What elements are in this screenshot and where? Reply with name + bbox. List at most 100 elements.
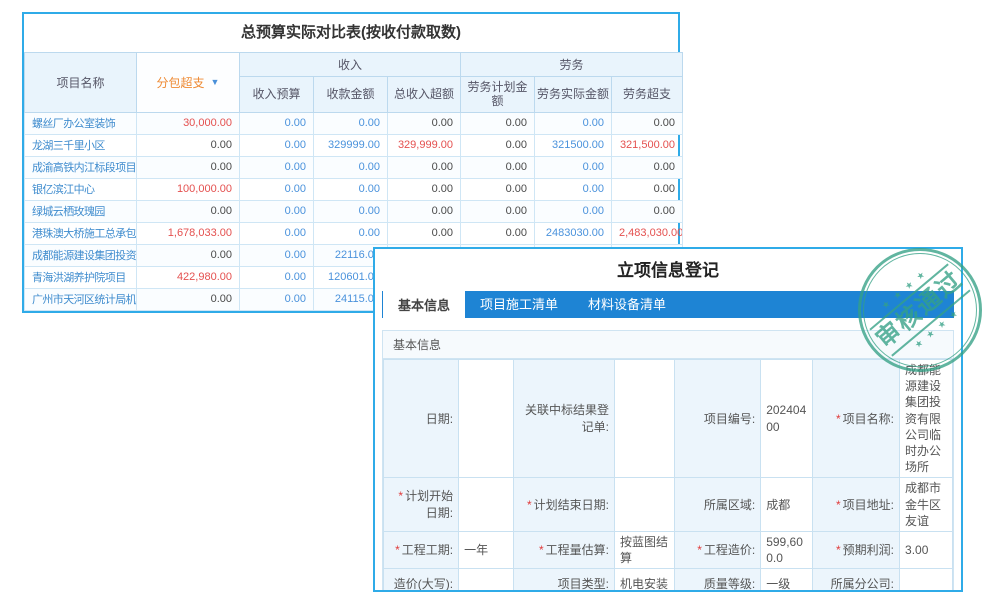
amount-cell: 0.00 [535, 178, 612, 200]
amount-cell: 0.00 [240, 288, 314, 310]
field-label: *工程量估算: [513, 531, 614, 568]
amount-cell: 321,500.00 [612, 134, 683, 156]
amount-cell: 0.00 [535, 112, 612, 134]
registration-tabbar: 基本信息项目施工清单材料设备清单 [382, 291, 954, 318]
project-name-link[interactable]: 绿城云栖玫瑰园 [25, 200, 137, 222]
field-value[interactable]: 成都能源建设集团投资有限公司临时办公场所 [900, 360, 953, 478]
field-label: *项目名称: [812, 360, 899, 478]
amount-cell: 0.00 [240, 178, 314, 200]
table-row: 成渝高铁内江标段项目0.000.000.000.000.000.000.00 [25, 156, 683, 178]
column-header-income-excess: 总收入超额 [388, 77, 461, 113]
field-value[interactable]: 599,600.0 [761, 531, 813, 568]
budget-table-title: 总预算实际对比表(按收付款取数) [24, 14, 678, 52]
field-value[interactable] [459, 478, 514, 532]
project-name-link[interactable]: 广州市天河区统计局机房改造 [25, 288, 137, 310]
required-asterisk: * [836, 498, 841, 512]
amount-cell: 0.00 [612, 200, 683, 222]
amount-cell: 0.00 [314, 222, 388, 244]
required-asterisk: * [539, 543, 544, 557]
table-row: 港珠澳大桥施工总承包项目1,678,033.000.000.000.000.00… [25, 222, 683, 244]
table-row: 螺丝厂办公室装饰30,000.000.000.000.000.000.000.0… [25, 112, 683, 134]
field-value[interactable] [459, 360, 514, 478]
column-header-project-name: 项目名称 [25, 53, 137, 113]
field-value[interactable]: 按蓝图结算 [614, 531, 674, 568]
field-value[interactable]: 机电安装 [614, 569, 674, 592]
amount-cell: 0.00 [388, 200, 461, 222]
project-name-link[interactable]: 成都能源建设集团投资有限公司 [25, 244, 137, 266]
field-value[interactable]: 20240400 [761, 360, 813, 478]
column-header-collected-amount: 收款金额 [314, 77, 388, 113]
required-asterisk: * [836, 543, 841, 557]
amount-cell: 0.00 [461, 178, 535, 200]
field-value[interactable] [900, 569, 953, 592]
basic-info-section: 基本信息 日期:关联中标结果登记单:项目编号:20240400*项目名称:成都能… [382, 330, 954, 592]
amount-cell: 0.00 [240, 156, 314, 178]
field-value[interactable]: 一级 [761, 569, 813, 592]
project-name-link[interactable]: 龙湖三千里小区 [25, 134, 137, 156]
field-value[interactable]: 成都市金牛区友谊 [900, 478, 953, 532]
form-row: *计划开始日期:*计划结束日期:所属区域:成都*项目地址:成都市金牛区友谊 [384, 478, 953, 532]
amount-cell: 0.00 [388, 112, 461, 134]
field-label: 关联中标结果登记单: [513, 360, 614, 478]
amount-cell: 0.00 [461, 200, 535, 222]
column-group-income: 收入 [240, 53, 461, 77]
field-label: 造价(大写): [384, 569, 459, 592]
project-name-link[interactable]: 青海洪湖养护院项目 [25, 266, 137, 288]
amount-cell: 0.00 [240, 266, 314, 288]
amount-cell: 321500.00 [535, 134, 612, 156]
project-name-link[interactable]: 银亿滨江中心 [25, 178, 137, 200]
amount-cell: 0.00 [612, 156, 683, 178]
amount-cell: 0.00 [314, 156, 388, 178]
required-asterisk: * [527, 498, 532, 512]
amount-cell: 0.00 [240, 244, 314, 266]
field-value[interactable] [614, 360, 674, 478]
amount-cell: 0.00 [388, 178, 461, 200]
amount-cell: 0.00 [240, 200, 314, 222]
field-label: 项目编号: [675, 360, 761, 478]
amount-cell: 0.00 [535, 156, 612, 178]
amount-cell: 0.00 [314, 178, 388, 200]
sort-descending-icon[interactable]: ▼ [211, 77, 220, 87]
column-header-income-budget: 收入预算 [240, 77, 314, 113]
column-group-labor: 劳务 [461, 53, 683, 77]
tab-basic-info[interactable]: 基本信息 [383, 291, 465, 322]
field-label: *预期利润: [812, 531, 899, 568]
project-name-link[interactable]: 港珠澳大桥施工总承包项目 [25, 222, 137, 244]
field-value[interactable]: 3.00 [900, 531, 953, 568]
column-header-subcontract-overspend[interactable]: 分包超支 ▼ [137, 53, 240, 113]
field-label: *计划开始日期: [384, 478, 459, 532]
subcontract-overspend-label: 分包超支 [157, 74, 205, 91]
column-header-labor-overspend: 劳务超支 [612, 77, 683, 113]
field-label: 日期: [384, 360, 459, 478]
required-asterisk: * [697, 543, 702, 557]
form-row: 造价(大写):项目类型:机电安装质量等级:一级所属分公司: [384, 569, 953, 592]
tab-material-equipment-list[interactable]: 材料设备清单 [573, 291, 681, 318]
required-asterisk: * [836, 412, 841, 426]
amount-cell: 0.00 [535, 200, 612, 222]
basic-info-form: 日期: 关联中标结果登记单: 项目编号:20240400*项目名称:成都能源建设集团… [383, 359, 953, 592]
amount-cell: 1,678,033.00 [137, 222, 240, 244]
basic-info-form-body: 日期: 关联中标结果登记单: 项目编号:20240400*项目名称:成都能源建设集团… [384, 360, 953, 593]
field-value[interactable]: 成都 [761, 478, 813, 532]
tab-construction-list[interactable]: 项目施工清单 [465, 291, 573, 318]
registration-title: 立项信息登记 [375, 249, 961, 289]
required-asterisk: * [398, 489, 403, 503]
project-registration-panel: 立项信息登记 基本信息项目施工清单材料设备清单 基本信息 日期: 关联中标结果登记… [373, 247, 963, 592]
required-asterisk: * [395, 543, 400, 557]
form-row: 日期: 关联中标结果登记单: 项目编号:20240400*项目名称:成都能源建设集团… [384, 360, 953, 478]
field-value[interactable]: 一年 [459, 531, 514, 568]
field-value[interactable] [459, 569, 514, 592]
table-row: 银亿滨江中心100,000.000.000.000.000.000.000.00 [25, 178, 683, 200]
amount-cell: 0.00 [314, 112, 388, 134]
project-name-link[interactable]: 成渝高铁内江标段项目 [25, 156, 137, 178]
field-label: *工程造价: [675, 531, 761, 568]
column-header-labor-actual: 劳务实际金额 [535, 77, 612, 113]
amount-cell: 422,980.00 [137, 266, 240, 288]
amount-cell: 0.00 [137, 288, 240, 310]
project-name-link[interactable]: 螺丝厂办公室装饰 [25, 112, 137, 134]
field-value[interactable] [614, 478, 674, 532]
amount-cell: 0.00 [240, 222, 314, 244]
amount-cell: 2483030.00 [535, 222, 612, 244]
amount-cell: 0.00 [314, 200, 388, 222]
amount-cell: 0.00 [137, 244, 240, 266]
